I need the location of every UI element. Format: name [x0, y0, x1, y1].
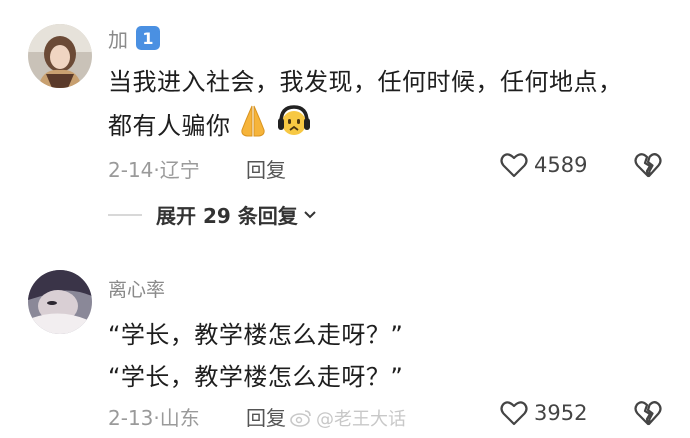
headphone-face-emoji [277, 104, 311, 142]
like-button[interactable]: 3952 [500, 400, 587, 426]
level-badge: 1 [136, 26, 160, 50]
avatar[interactable] [28, 270, 92, 334]
watermark-text: @老王大话 [316, 409, 406, 430]
expand-replies-label: 展开 29 条回复 [156, 204, 298, 228]
broken-heart-icon [634, 153, 662, 178]
username[interactable]: 加 [108, 24, 128, 53]
comment-location: 山东 [159, 406, 200, 430]
comment-location: 辽宁 [159, 158, 200, 182]
comment-date: 2-14 [108, 158, 154, 182]
comment-text-line: “学长，教学楼怎么走呀？” [108, 321, 404, 349]
heart-outline-icon [500, 153, 528, 178]
comment-text-line: 都有人骗你 [108, 111, 231, 140]
comment-meta: 2-14·辽宁 [108, 154, 200, 183]
reply-button[interactable]: 回复 [246, 154, 286, 183]
like-button[interactable]: 4589 [500, 152, 587, 178]
dislike-button[interactable] [634, 400, 662, 430]
watermark: @老王大话 [290, 405, 406, 431]
weibo-logo-icon [290, 410, 311, 427]
comment-meta: 2-13·山东 [108, 402, 200, 431]
like-count: 3952 [534, 401, 588, 425]
username[interactable]: 离心率 [108, 275, 165, 302]
comment-text-line: 当我进入社会，我发现，任何时候，任何地点， [108, 68, 623, 96]
comment-text-row: 都有人骗你 [108, 104, 311, 142]
heart-outline-icon [500, 401, 528, 426]
divider-line [108, 213, 142, 216]
comment-text-line: “学长，教学楼怎么走呀？” [108, 363, 404, 391]
like-count: 4589 [534, 153, 588, 177]
dislike-button[interactable] [634, 152, 662, 182]
expand-replies-button[interactable]: 展开 29 条回复 [108, 200, 318, 229]
comment-date: 2-13 [108, 406, 154, 430]
praying-hands-emoji [237, 104, 269, 142]
reply-button[interactable]: 回复 [246, 402, 286, 431]
broken-heart-icon [634, 401, 662, 426]
chevron-down-icon [304, 210, 316, 218]
avatar[interactable] [28, 24, 92, 88]
